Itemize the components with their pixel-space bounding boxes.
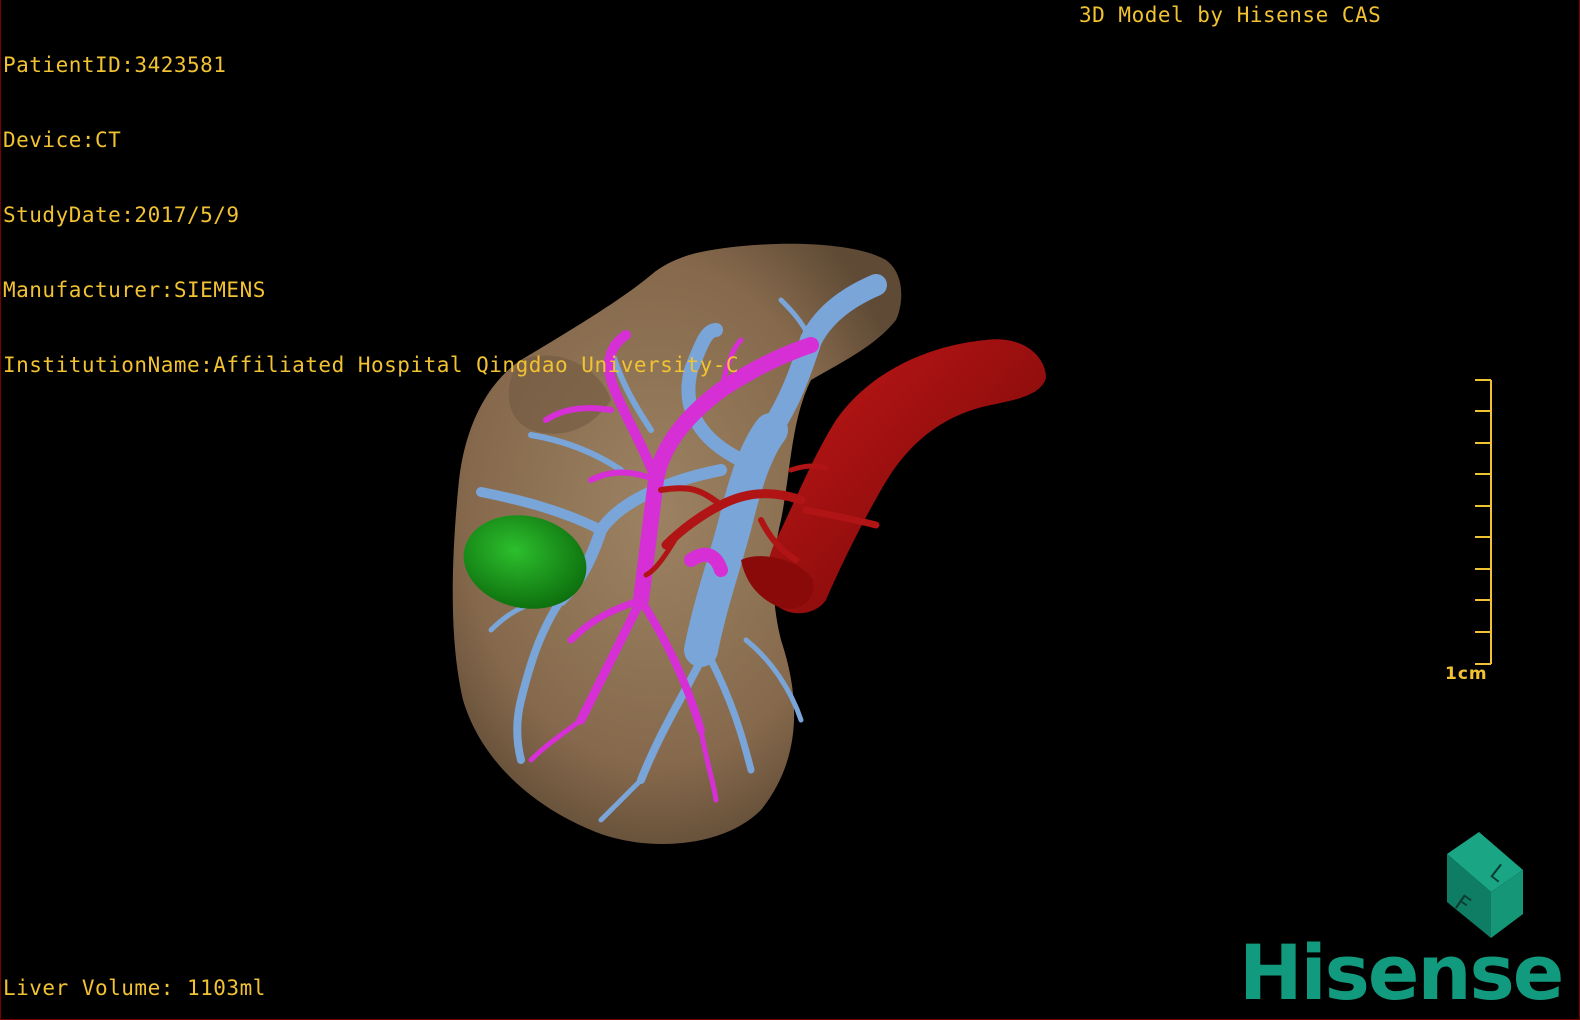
render-viewport[interactable]: PatientID:3423581 Device:CT StudyDate:20… [0,0,1580,1020]
scale-bar [1475,379,1492,665]
device-text: Device:CT [3,128,122,152]
orientation-cube-icon[interactable]: F L [1411,830,1531,940]
liver-volume-text: Liver Volume: 1103ml [3,976,266,1000]
hisense-logo: Hisense [1239,928,1564,1017]
study-date-text: StudyDate:2017/5/9 [3,203,240,227]
patient-id-text: PatientID:3423581 [3,53,227,77]
institution-text: InstitutionName:Affiliated Hospital Qing… [3,353,740,377]
dicom-info-block: PatientID:3423581 Device:CT StudyDate:20… [3,3,739,428]
scale-bar-label: 1cm [1445,664,1488,684]
manufacturer-text: Manufacturer:SIEMENS [3,278,266,302]
model-brand-text: 3D Model by Hisense CAS [1079,3,1382,27]
